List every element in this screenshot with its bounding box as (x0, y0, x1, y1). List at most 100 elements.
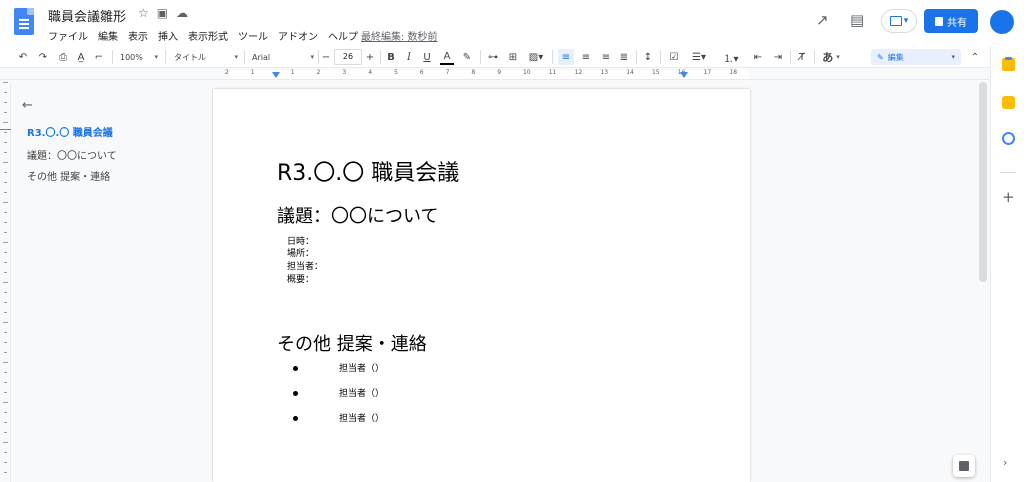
left-indent-marker[interactable] (272, 72, 280, 78)
vertical-scrollbar[interactable] (979, 82, 987, 282)
last-edit-link[interactable]: 最終編集: 数秒前 (361, 28, 438, 43)
menu-help[interactable]: ヘルプ (328, 28, 358, 43)
app-header: 職員会議雛形 ☆ ▣ ☁ ファイル 編集 表示 挿入 表示形式 ツール アドオン… (0, 0, 1024, 46)
ruler-label: 2 (316, 69, 321, 76)
italic-icon[interactable]: I (402, 49, 416, 65)
cloud-status-icon[interactable]: ☁ (176, 6, 188, 20)
document-title[interactable]: 職員会議雛形 (48, 6, 126, 25)
ruler-label: 2 (225, 69, 229, 76)
field-person[interactable]: 担当者： (287, 259, 323, 272)
clear-formatting-icon[interactable]: T̸ (794, 49, 810, 65)
editing-mode-select[interactable]: ✎ 編集 ▾ (871, 49, 961, 65)
text-color-icon[interactable]: A (440, 49, 454, 65)
other-heading[interactable]: その他 提案・連絡 (277, 330, 427, 356)
bullet-item[interactable]: 担当者（） (339, 386, 384, 399)
menu-edit[interactable]: 編集 (98, 28, 118, 43)
ruler-label: 10 (522, 69, 531, 76)
font-size-increase-icon[interactable]: + (364, 49, 376, 65)
menu-insert[interactable]: 挿入 (158, 28, 178, 43)
side-panel: + › (990, 46, 1024, 482)
outline-item-title[interactable]: R3.〇.〇 職員会議 (27, 124, 113, 139)
comment-history-icon[interactable]: ▤ (850, 11, 864, 29)
back-arrow-icon[interactable]: ← (22, 98, 33, 113)
horizontal-ruler[interactable]: 2 1 1 2 3 4 5 6 7 8 9 10 11 12 13 14 15 16 17 18 (0, 69, 990, 80)
align-justify-icon[interactable]: ≣ (616, 49, 632, 65)
paint-format-icon[interactable]: ⌐ (92, 49, 106, 65)
agenda-heading[interactable]: 議題：〇〇について (277, 202, 438, 228)
menu-tools[interactable]: ツール (238, 28, 268, 43)
insert-image-icon[interactable]: ▨▾ (526, 49, 546, 65)
google-docs-logo-icon[interactable] (14, 8, 34, 35)
ruler-label: 3 (342, 69, 347, 76)
spellcheck-icon[interactable]: A̲ (74, 49, 88, 65)
tasks-icon[interactable] (1002, 132, 1015, 145)
bulleted-list-icon[interactable]: ☰▾ (686, 49, 712, 65)
numbered-list-icon[interactable]: ⒈▾ (718, 49, 744, 65)
present-button[interactable]: ▾ (881, 9, 917, 33)
decrease-indent-icon[interactable]: ⇤ (750, 49, 766, 65)
get-addons-icon[interactable]: + (1002, 188, 1015, 206)
formatting-toolbar: ↶ ↷ ⎙ A̲ ⌐ 100% ▾ タイトル ▾ Arial ▾ − 26 + … (0, 46, 990, 68)
checklist-icon[interactable]: ☑ (666, 49, 682, 65)
bullet-item[interactable]: 担当者（） (339, 361, 384, 374)
align-left-icon[interactable]: ≡ (558, 49, 574, 65)
highlight-icon[interactable]: ✎ (460, 49, 474, 65)
pencil-icon: ✎ (877, 52, 884, 62)
field-summary[interactable]: 概要： (287, 272, 314, 285)
underline-icon[interactable]: U (420, 49, 434, 65)
ruler-label: 7 (445, 69, 450, 76)
align-right-icon[interactable]: ≡ (598, 49, 614, 65)
menu-view[interactable]: 表示 (128, 28, 148, 43)
ruler-label: 13 (600, 69, 609, 76)
share-button[interactable]: 共有 (924, 9, 978, 33)
font-size-decrease-icon[interactable]: − (320, 49, 332, 65)
chevron-down-icon: ▾ (310, 53, 314, 61)
line-spacing-icon[interactable]: ↕ (640, 49, 656, 65)
explore-button[interactable] (953, 455, 975, 477)
align-center-icon[interactable]: ≡ (578, 49, 594, 65)
increase-indent-icon[interactable]: ⇥ (770, 49, 786, 65)
move-folder-icon[interactable]: ▣ (157, 6, 168, 20)
activity-trend-icon[interactable]: ↗ (816, 11, 829, 29)
chevron-down-icon: ▾ (903, 16, 909, 26)
add-comment-icon[interactable]: ⊞ (506, 49, 520, 65)
outline-item-other[interactable]: その他 提案・連絡 (27, 168, 110, 183)
ruler-label: 5 (393, 69, 398, 76)
title-actions: ☆ ▣ ☁ (138, 6, 188, 20)
share-label: 共有 (947, 17, 967, 29)
outline-item-agenda[interactable]: 議題：〇〇について (27, 147, 117, 162)
chevron-right-icon[interactable]: › (1003, 456, 1007, 469)
ruler-label: 17 (703, 69, 712, 76)
ruler-label: 8 (471, 69, 476, 76)
menu-addons[interactable]: アドオン (278, 28, 318, 43)
ruler-label: 14 (626, 69, 634, 76)
redo-icon[interactable]: ↷ (36, 49, 50, 65)
document-title-heading[interactable]: R3.〇.〇 職員会議 (277, 155, 459, 187)
input-tools-button[interactable]: あ ▾ (818, 49, 844, 65)
menu-file[interactable]: ファイル (48, 28, 88, 43)
ruler-label: 18 (729, 69, 738, 76)
menu-format[interactable]: 表示形式 (188, 28, 228, 43)
field-location[interactable]: 場所： (287, 246, 314, 259)
link-icon[interactable]: ⊶ (486, 49, 500, 65)
zoom-value: 100% (120, 52, 143, 62)
account-avatar[interactable] (990, 10, 1014, 34)
chevron-down-icon: ▾ (836, 53, 840, 61)
font-size-input[interactable]: 26 (334, 49, 362, 65)
ruler-label: 12 (574, 69, 583, 76)
keep-icon[interactable] (1002, 96, 1015, 109)
ruler-label: 9 (497, 69, 502, 76)
document-page[interactable]: R3.〇.〇 職員会議 議題：〇〇について 日時： 場所： 担当者： 概要： そ… (213, 89, 750, 482)
print-icon[interactable]: ⎙ (56, 49, 70, 65)
undo-icon[interactable]: ↶ (16, 49, 30, 65)
zoom-select[interactable]: 100% ▾ (120, 49, 158, 65)
bold-icon[interactable]: B (384, 49, 398, 65)
font-select[interactable]: Arial ▾ (252, 49, 314, 65)
chevron-down-icon: ▾ (951, 53, 955, 61)
collapse-menu-icon[interactable]: ⌃ (968, 49, 982, 65)
bullet-item[interactable]: 担当者（） (339, 411, 384, 424)
paragraph-style-select[interactable]: タイトル ▾ (174, 49, 238, 65)
right-indent-marker[interactable] (680, 72, 688, 78)
chevron-down-icon: ▾ (154, 53, 158, 61)
star-icon[interactable]: ☆ (138, 6, 149, 20)
